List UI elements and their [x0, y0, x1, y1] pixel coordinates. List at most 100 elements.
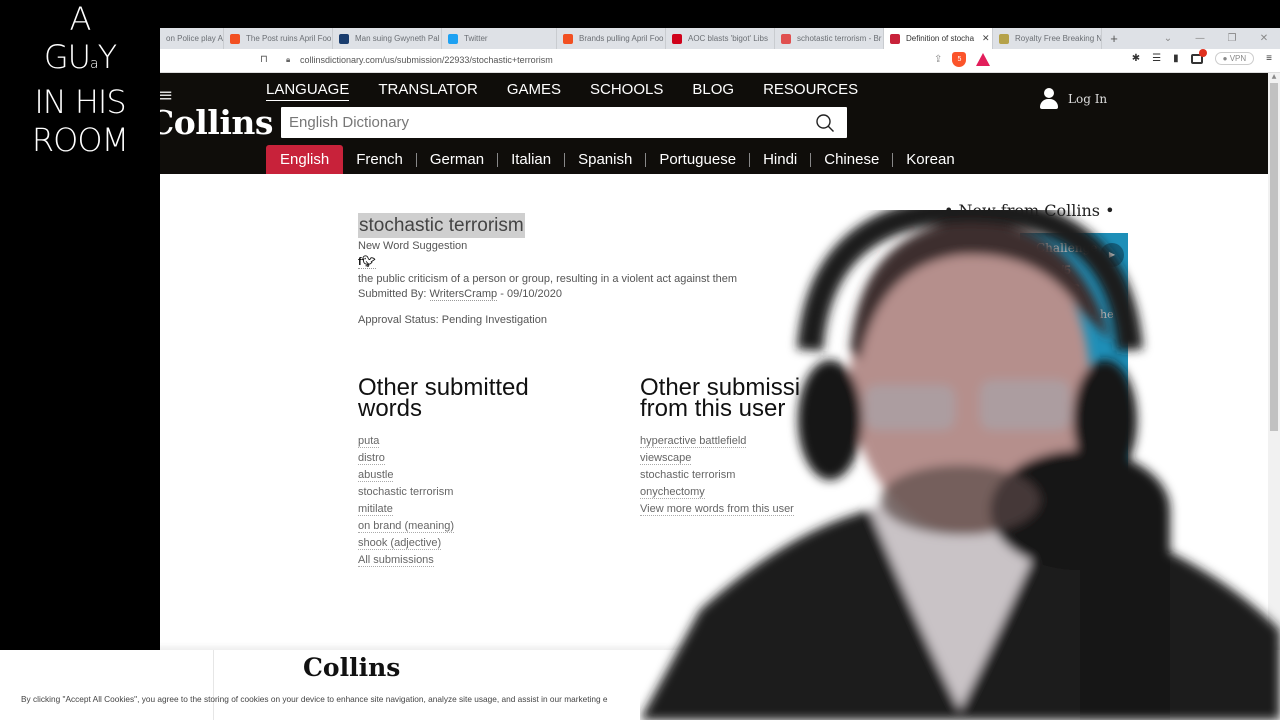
tab-favicon-icon	[230, 33, 240, 44]
login-button[interactable]: Log In	[1040, 88, 1107, 110]
tab-title: Brands pulling April Foo	[579, 34, 664, 43]
lang-hindi[interactable]: Hindi	[750, 145, 810, 174]
lang-chinese[interactable]: Chinese	[811, 145, 892, 174]
tab-title: Twitter	[464, 34, 488, 43]
vpn-button[interactable]: ● VPN	[1214, 52, 1255, 65]
top-nav: LANGUAGE TRANSLATOR GAMES SCHOOLS BLOG R…	[266, 81, 858, 101]
close-window-icon[interactable]: ✕	[1248, 33, 1280, 44]
channel-watermark: A GUaY IN HIS ROOM	[0, 0, 160, 159]
dictionary-search	[281, 107, 847, 138]
bookmark-icon[interactable]: ⊓	[260, 54, 270, 67]
search-input[interactable]	[281, 107, 801, 138]
submitter-link[interactable]: WritersCramp	[429, 288, 498, 301]
language-nav: English French German Italian Spanish Po…	[266, 145, 968, 174]
lang-english[interactable]: English	[266, 145, 344, 174]
word-link[interactable]: on brand (meaning)	[358, 520, 455, 533]
entry-type: New Word Suggestion	[358, 240, 468, 252]
new-tab-button[interactable]: +	[1102, 31, 1126, 46]
scroll-thumb[interactable]	[1270, 83, 1278, 431]
address-bar-actions: ⇪ 5	[934, 52, 991, 67]
twitter-icon[interactable]: 🐦︎	[362, 256, 376, 268]
watermark-text: GU	[43, 38, 91, 76]
brave-shield-icon[interactable]: 5	[952, 52, 967, 67]
cookie-banner: Collins By clicking "Accept All Cookies"…	[0, 650, 1280, 720]
sidebar-icon[interactable]: ▮	[1173, 53, 1179, 64]
menu-icon[interactable]: ≡	[1266, 53, 1272, 64]
list-item: View more words from this user	[640, 501, 880, 518]
promo-carousel[interactable]: Challenge 0/5 UTS he ▶	[1020, 233, 1128, 478]
browser-tab[interactable]: Man suing Gwyneth Pal	[333, 28, 442, 49]
word-link[interactable]: hyperactive battlefield	[640, 435, 747, 448]
divider	[213, 650, 214, 720]
tab-title: Royalty Free Breaking N	[1015, 34, 1102, 43]
browser-tab[interactable]: Brands pulling April Foo	[557, 28, 666, 49]
word-link[interactable]: puta	[358, 435, 380, 448]
word-link[interactable]: onychectomy	[640, 486, 705, 499]
user-icon	[1040, 88, 1058, 110]
nav-language[interactable]: LANGUAGE	[266, 81, 350, 101]
reading-list-icon[interactable]: ☰	[1152, 53, 1161, 64]
lang-italian[interactable]: Italian	[498, 145, 564, 174]
browser-tab[interactable]: Definition of stocha ✕	[884, 28, 993, 49]
browser-tab[interactable]: The Post ruins April Foo	[224, 28, 333, 49]
view-more-link[interactable]: View more words from this user	[640, 503, 794, 516]
nav-resources[interactable]: RESOURCES	[763, 81, 858, 101]
extensions-icon[interactable]: ✱	[1132, 53, 1140, 64]
browser-tab[interactable]: AOC blasts 'bigot' Libs	[666, 28, 775, 49]
word-link[interactable]: distro	[358, 452, 385, 465]
wallet-icon[interactable]	[1190, 48, 1207, 64]
cookie-consent-text: By clicking "Accept All Cookies", you ag…	[21, 694, 608, 704]
url-field[interactable]: collinsdictionary.com/us/submission/2293…	[300, 55, 553, 65]
tab-favicon-icon	[999, 33, 1009, 44]
page-scrollbar[interactable]: ▲	[1268, 73, 1280, 720]
tab-title: Man suing Gwyneth Pal	[355, 34, 440, 43]
lang-french[interactable]: French	[343, 145, 416, 174]
tab-title: Definition of stocha	[906, 34, 975, 43]
browser-tab[interactable]: Royalty Free Breaking N	[993, 28, 1102, 49]
watermark-line: IN HIS	[34, 83, 126, 121]
share-social-icons[interactable]: f🐦︎	[358, 255, 376, 269]
search-icon[interactable]	[815, 113, 835, 133]
video-top-band	[0, 0, 1280, 28]
tab-search-icon[interactable]: ⌄	[1152, 33, 1184, 44]
word-link[interactable]: mitilate	[358, 503, 393, 516]
collins-logo[interactable]: Collins	[160, 103, 273, 142]
word-list: puta distro abustle stochastic terrorism…	[358, 433, 578, 569]
approval-status: Approval Status: Pending Investigation	[358, 314, 547, 326]
play-icon[interactable]: ▶	[1100, 243, 1124, 267]
brave-rewards-icon[interactable]	[976, 53, 991, 66]
restore-icon[interactable]: ❐	[1216, 33, 1248, 44]
lang-portuguese[interactable]: Portuguese	[646, 145, 749, 174]
close-tab-icon[interactable]: ✕	[982, 33, 990, 44]
watermark-text: Y	[97, 38, 118, 76]
list-item: on brand (meaning)	[358, 518, 578, 535]
nav-schools[interactable]: SCHOOLS	[590, 81, 663, 101]
promo-text: UTS	[1054, 281, 1080, 296]
scroll-up-icon[interactable]: ▲	[1270, 73, 1278, 83]
lang-korean[interactable]: Korean	[893, 145, 967, 174]
browser-tab[interactable]: on Police play Ap	[160, 28, 224, 49]
title-line: words	[358, 395, 423, 422]
nav-blog[interactable]: BLOG	[692, 81, 734, 101]
lang-german[interactable]: German	[417, 145, 497, 174]
word-link[interactable]: shook (adjective)	[358, 537, 442, 550]
minimize-icon[interactable]: —	[1184, 33, 1216, 44]
all-submissions-link[interactable]: All submissions	[358, 554, 434, 567]
word-link[interactable]: abustle	[358, 469, 394, 482]
current-word: stochastic terrorism	[358, 486, 454, 498]
nav-games[interactable]: GAMES	[507, 81, 561, 101]
nav-translator[interactable]: TRANSLATOR	[378, 81, 477, 101]
tab-favicon-icon	[890, 33, 900, 44]
browser-tab[interactable]: Twitter	[442, 28, 557, 49]
list-item: puta	[358, 433, 578, 450]
lock-icon[interactable]: 🔒︎	[286, 55, 290, 65]
submitted-date: - 09/10/2020	[497, 288, 563, 300]
browser-tab[interactable]: schotastic terrorism - Br	[775, 28, 884, 49]
list-item: mitilate	[358, 501, 578, 518]
tab-favicon-icon	[448, 33, 458, 44]
share-icon[interactable]: ⇪	[934, 54, 942, 65]
tab-favicon-icon	[339, 33, 349, 44]
lang-spanish[interactable]: Spanish	[565, 145, 645, 174]
word-link[interactable]: viewscape	[640, 452, 692, 465]
current-word: stochastic terrorism	[640, 469, 736, 481]
